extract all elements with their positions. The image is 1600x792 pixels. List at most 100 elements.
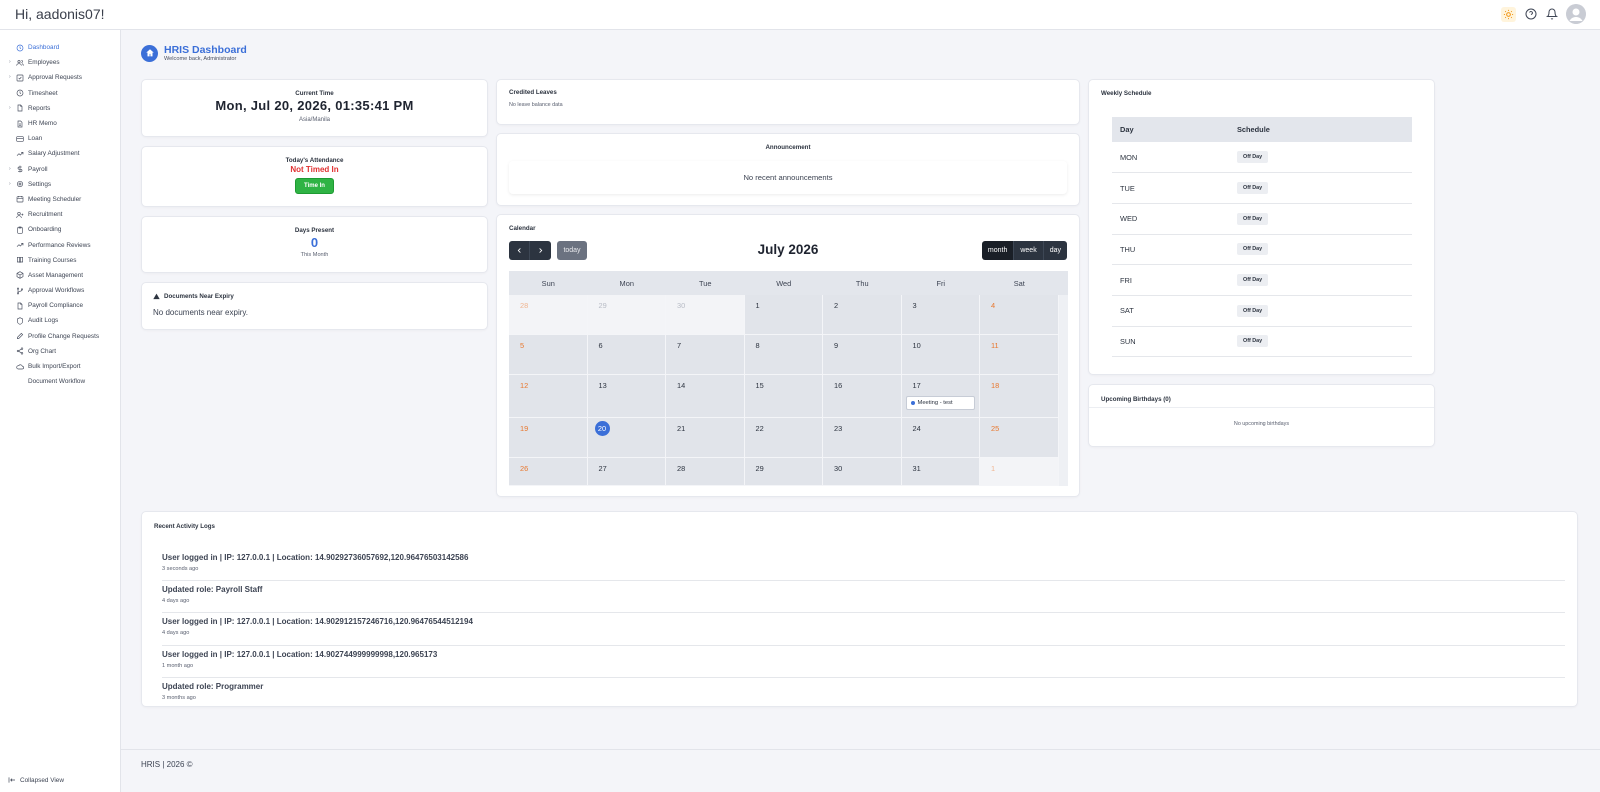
calendar-day-cell[interactable]: 12 <box>509 375 588 418</box>
schedule-day: SUN <box>1112 326 1237 358</box>
schedule-row-wed: WED Off Day <box>1112 203 1412 235</box>
sidebar-item-approval-requests[interactable]: › Approval Requests <box>0 70 120 85</box>
sidebar-item-document-workflow[interactable]: Document Workflow <box>0 374 120 389</box>
day-number: 9 <box>834 341 839 350</box>
sidebar-item-onboarding[interactable]: Onboarding <box>0 222 120 237</box>
calendar-day-cell[interactable]: 7 <box>666 335 745 375</box>
weekday-header-thu: Thu <box>855 278 869 288</box>
sidebar-item-employees[interactable]: › Employees <box>0 55 120 70</box>
schedule-status-badge: Off Day <box>1237 182 1269 195</box>
sidebar-item-salary-adjustment[interactable]: Salary Adjustment <box>0 146 120 161</box>
calendar-week-row: 5 6 7 8 9 10 11 <box>509 335 1068 375</box>
calendar-next-button[interactable] <box>530 241 551 260</box>
schedule-header-row: Day Schedule <box>1112 117 1412 142</box>
calendar-day-cell[interactable]: 1 <box>744 295 823 335</box>
sidebar-item-label: Training Courses <box>28 256 77 264</box>
sidebar-item-settings[interactable]: › Settings <box>0 177 120 192</box>
chevron-right-icon: › <box>9 74 11 81</box>
calendar-day-cell[interactable]: 15 <box>744 375 823 418</box>
time-in-button[interactable]: Time In <box>295 178 334 194</box>
calendar-day-cell[interactable]: 28 <box>666 458 745 486</box>
day-number: 13 <box>598 381 607 390</box>
announcement-message: No recent announcements <box>509 161 1067 194</box>
calendar-day-cell[interactable]: 19 <box>509 418 588 458</box>
calendar-day-cell[interactable]: 25 <box>980 418 1059 458</box>
calendar-day-cell[interactable]: 5 <box>509 335 588 375</box>
calendar-day-cell[interactable]: 11 <box>980 335 1059 375</box>
days-present-label: Days Present <box>294 227 335 234</box>
calendar-day-cell[interactable]: 4 <box>980 295 1059 335</box>
birthdays-card: Upcoming Birthdays (0) No upcoming birth… <box>1088 384 1435 447</box>
calendar-day-cell[interactable]: 1 <box>980 458 1059 486</box>
day-number: 24 <box>912 424 921 433</box>
sidebar-item-bulk-import-export[interactable]: Bulk Import/Export <box>0 359 120 374</box>
calendar-day-cell[interactable]: 10 <box>901 335 980 375</box>
calendar-day-cell[interactable]: 29 <box>587 295 666 335</box>
sidebar-item-audit-logs[interactable]: Audit Logs <box>0 313 120 328</box>
day-number: 28 <box>520 301 529 310</box>
calendar-view-month-button[interactable]: month <box>981 241 1014 260</box>
calendar-day-cell[interactable]: 18 <box>980 375 1059 418</box>
calendar-day-cell[interactable]: 8 <box>744 335 823 375</box>
sidebar-item-meeting-scheduler[interactable]: Meeting Scheduler <box>0 192 120 207</box>
calendar-day-cell[interactable]: 24 <box>901 418 980 458</box>
sidebar-item-loan[interactable]: Loan <box>0 131 120 146</box>
calendar-weekday-header: Sun Mon Tue Wed Thu Fri Sat <box>509 271 1068 295</box>
current-time-card: Current Time Mon, Jul 20, 2026, 01:35:41… <box>141 79 488 137</box>
sidebar-item-performance-reviews[interactable]: Performance Reviews <box>0 237 120 252</box>
calendar-view-week-button[interactable]: week <box>1013 241 1043 260</box>
sidebar-item-dashboard[interactable]: Dashboard <box>0 40 120 55</box>
weekday-header-fri: Fri <box>936 278 946 288</box>
sidebar-item-reports[interactable]: › Reports <box>0 101 120 116</box>
calendar-day-cell[interactable]: 16 <box>823 375 902 418</box>
collapse-view-button[interactable]: Collapsed View <box>8 776 64 784</box>
sidebar-item-asset-management[interactable]: Asset Management <box>0 268 120 283</box>
calendar-day-cell[interactable]: 23 <box>823 418 902 458</box>
calendar-view-switcher: month week day <box>981 241 1067 260</box>
sidebar-item-hr-memo[interactable]: HR Memo <box>0 116 120 131</box>
sidebar-item-payroll[interactable]: › Payroll <box>0 162 120 177</box>
calendar-day-cell[interactable]: 21 <box>666 418 745 458</box>
help-icon[interactable] <box>1524 8 1537 21</box>
sidebar-item-payroll-compliance[interactable]: Payroll Compliance <box>0 298 120 313</box>
weekday-header-sat: Sat <box>1013 278 1025 288</box>
calendar-day-cell[interactable]: 14 <box>666 375 745 418</box>
schedule-row-mon: MON Off Day <box>1112 142 1412 174</box>
calendar-day-cell[interactable]: 30 <box>823 458 902 486</box>
calendar-nav <box>509 241 551 260</box>
user-avatar[interactable] <box>1566 4 1586 24</box>
day-number: 22 <box>755 424 764 433</box>
calendar-view-day-button[interactable]: day <box>1042 241 1067 260</box>
calendar-day-cell[interactable]: 30 <box>666 295 745 335</box>
calendar-day-cell[interactable]: 22 <box>744 418 823 458</box>
calendar-prev-button[interactable] <box>509 241 530 260</box>
sun-icon[interactable] <box>1501 6 1516 22</box>
calendar-event[interactable]: Meeting - test <box>905 396 975 410</box>
bell-icon[interactable] <box>1545 8 1558 21</box>
calendar-day-cell[interactable]: 2 <box>823 295 902 335</box>
sidebar-item-org-chart[interactable]: Org Chart <box>0 344 120 359</box>
calendar-day-cell[interactable]: 29 <box>744 458 823 486</box>
calendar-day-cell[interactable]: 31 <box>901 458 980 486</box>
calendar-day-cell[interactable]: 6 <box>587 335 666 375</box>
calendar-day-cell[interactable]: 9 <box>823 335 902 375</box>
calendar-day-today[interactable]: 20 <box>587 418 666 458</box>
calendar-day-cell[interactable]: 27 <box>587 458 666 486</box>
sidebar-item-approval-workflows[interactable]: Approval Workflows <box>0 283 120 298</box>
sidebar-item-label: Employees <box>28 59 60 67</box>
day-number: 21 <box>677 424 686 433</box>
calendar-day-cell[interactable]: 17 Meeting - test <box>901 375 980 418</box>
sidebar-item-timesheet[interactable]: Timesheet <box>0 86 120 101</box>
gear-icon <box>15 180 24 189</box>
sidebar-item-label: Recruitment <box>28 211 63 219</box>
sidebar-item-training-courses[interactable]: Training Courses <box>0 253 120 268</box>
calendar-day-cell[interactable]: 28 <box>509 295 588 335</box>
sidebar-item-recruitment[interactable]: Recruitment <box>0 207 120 222</box>
calendar-day-cell[interactable]: 3 <box>901 295 980 335</box>
schedule-col-schedule: Schedule <box>1237 117 1412 142</box>
schedule-status-badge: Off Day <box>1237 274 1269 287</box>
calendar-day-cell[interactable]: 26 <box>509 458 588 486</box>
calendar-today-button[interactable]: today <box>557 241 587 260</box>
sidebar-item-profile-change-requests[interactable]: Profile Change Requests <box>0 329 120 344</box>
calendar-day-cell[interactable]: 13 <box>587 375 666 418</box>
